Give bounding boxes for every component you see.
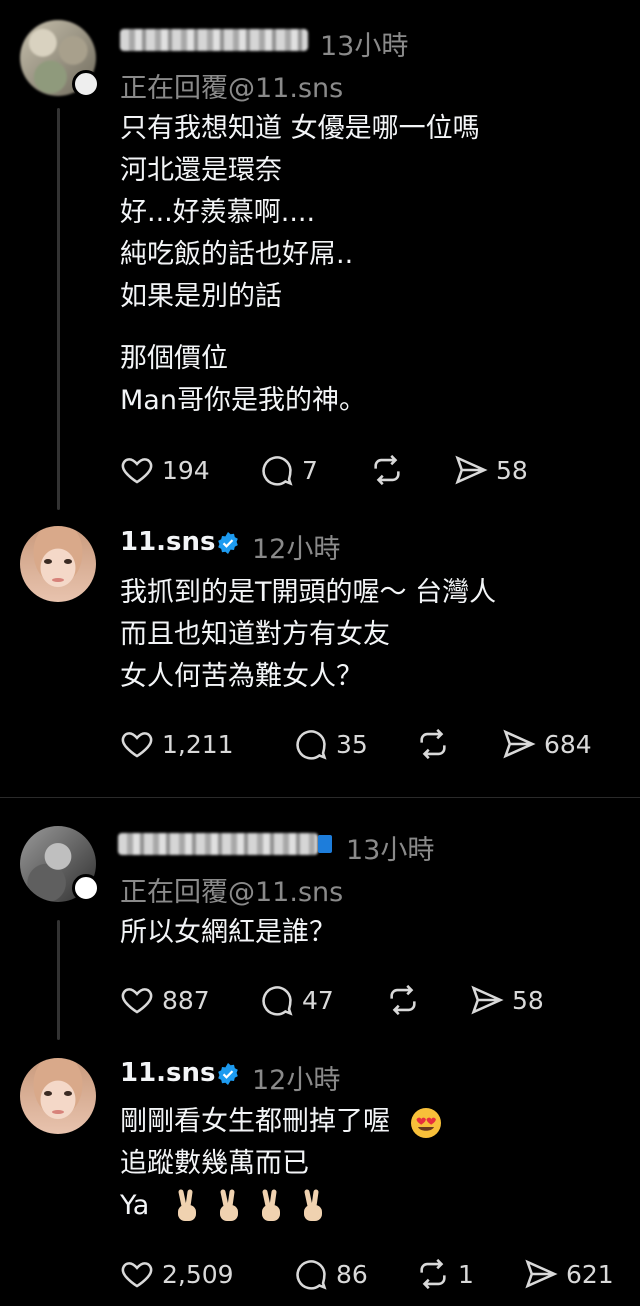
share-button[interactable]: 621: [524, 1254, 614, 1294]
thread-line: [57, 920, 60, 1040]
post-text-line: Ya: [120, 1185, 328, 1227]
replying-to[interactable]: 正在回覆@11.sns: [120, 870, 343, 909]
comment-count: 86: [336, 1259, 368, 1289]
comment-icon: [262, 986, 293, 1016]
post-actions: 194 7 58: [120, 450, 620, 490]
share-button[interactable]: 58: [454, 450, 528, 490]
comment-icon: [262, 456, 293, 486]
share-count: 621: [566, 1259, 614, 1289]
like-count: 2,509: [162, 1259, 234, 1289]
heart-icon: [121, 732, 153, 758]
comment-icon: [296, 1260, 327, 1290]
avatar-eye: [44, 1091, 52, 1096]
verified-badge-icon: [218, 532, 238, 554]
repost-button[interactable]: [416, 724, 450, 764]
post-text-line: 剛剛看女生都刪掉了喔: [120, 1101, 443, 1143]
comment-button[interactable]: 86: [294, 1254, 368, 1294]
like-button[interactable]: 1,211: [120, 724, 234, 764]
comment-count: 35: [336, 729, 368, 759]
post-time: 12小時: [252, 534, 341, 565]
avatar-eye: [64, 559, 72, 564]
comment-button[interactable]: 35: [294, 724, 368, 764]
victory-hand-emoji-icon: [177, 1189, 196, 1221]
post-time: 13小時: [320, 31, 409, 62]
like-button[interactable]: 2,509: [120, 1254, 234, 1294]
comment-icon: [296, 730, 327, 760]
post-text: 所以女網紅是誰？: [120, 917, 336, 948]
comment-button[interactable]: 7: [260, 450, 318, 490]
avatar-eye: [44, 559, 52, 564]
repost-icon: [420, 728, 446, 760]
username-blurred[interactable]: [118, 833, 318, 855]
heart-eyes-emoji-icon: [410, 1107, 441, 1138]
share-button[interactable]: 684: [502, 724, 592, 764]
repost-icon: [420, 1258, 446, 1290]
like-button[interactable]: 887: [120, 980, 210, 1020]
share-count: 58: [512, 985, 544, 1015]
like-count: 194: [162, 455, 210, 485]
post-text: 追蹤數幾萬而已: [120, 1148, 309, 1179]
post-time: 12小時: [252, 1065, 341, 1096]
follow-badge-icon[interactable]: [72, 70, 100, 98]
share-button[interactable]: 58: [470, 980, 544, 1020]
share-count: 684: [544, 729, 592, 759]
author-avatar[interactable]: [20, 526, 96, 602]
share-count: 58: [496, 455, 528, 485]
post-text: 剛剛看女生都刪掉了喔: [120, 1106, 390, 1137]
like-count: 887: [162, 985, 210, 1015]
avatar-lips: [52, 1110, 64, 1114]
replying-to[interactable]: 正在回覆@11.sns: [120, 66, 343, 105]
victory-hand-emoji-icon: [303, 1189, 322, 1221]
post-text: 我抓到的是T開頭的喔～ 台灣人 而且也知道對方有女友 女人何苦為難女人？: [120, 577, 497, 692]
comment-count: 47: [302, 985, 334, 1015]
repost-button[interactable]: [386, 980, 420, 1020]
username-blurred[interactable]: [120, 29, 308, 51]
comment-button[interactable]: 47: [260, 980, 334, 1020]
victory-hand-emoji-icon: [261, 1189, 280, 1221]
follow-badge-icon[interactable]: [72, 874, 100, 902]
avatar-lips: [52, 578, 64, 582]
repost-count: 1: [458, 1259, 474, 1289]
author-avatar[interactable]: [20, 1058, 96, 1134]
heart-icon: [121, 1262, 153, 1288]
heart-icon: [121, 988, 153, 1014]
heart-icon: [121, 458, 153, 484]
like-button[interactable]: 194: [120, 450, 210, 490]
verified-badge-icon: [318, 835, 332, 853]
repost-button[interactable]: [370, 450, 404, 490]
repost-button[interactable]: 1: [416, 1254, 474, 1294]
share-icon: [455, 455, 488, 485]
post-time: 13小時: [346, 835, 435, 866]
avatar-eye: [64, 1091, 72, 1096]
repost-icon: [390, 984, 416, 1016]
share-icon: [525, 1259, 558, 1289]
victory-hand-emoji-icon: [219, 1189, 238, 1221]
author-name[interactable]: 11.sns: [120, 1058, 216, 1088]
post-actions: 887 47 58: [120, 980, 620, 1020]
author-name[interactable]: 11.sns: [120, 527, 216, 557]
comment-count: 7: [302, 455, 318, 485]
post-actions: 1,211 35 684: [120, 724, 620, 764]
verified-badge-icon: [218, 1063, 238, 1085]
thread-line: [57, 108, 60, 510]
post-actions: 2,509 86 1 621: [120, 1254, 630, 1294]
post-text: Ya: [120, 1190, 150, 1221]
post-text-2: 那個價位 Man哥你是我的神。: [120, 343, 366, 416]
thread-divider: [0, 797, 640, 798]
share-icon: [471, 985, 504, 1015]
victory-hand-emojis: [172, 1189, 328, 1225]
like-count: 1,211: [162, 729, 234, 759]
repost-icon: [374, 454, 400, 486]
post-text: 只有我想知道 女優是哪一位嗎 河北還是環奈 好...好羨慕啊.... 純吃飯的話…: [120, 113, 480, 312]
share-icon: [503, 729, 536, 759]
